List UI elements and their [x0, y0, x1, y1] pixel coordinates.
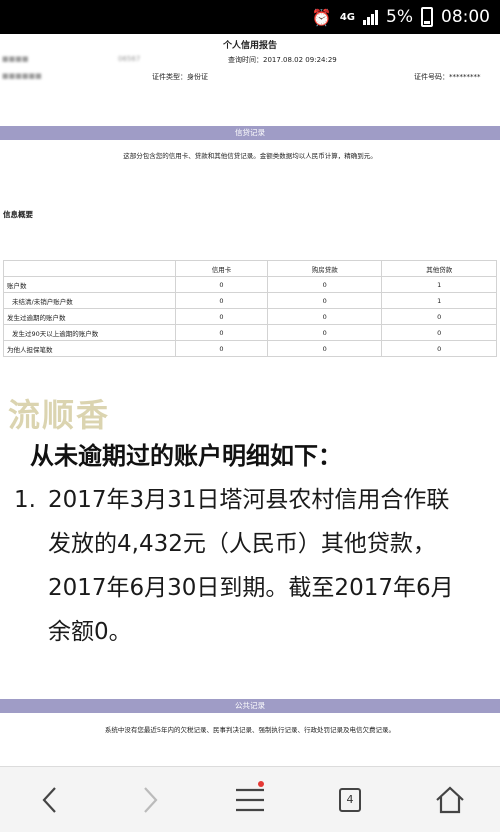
table-row: 未结清/未销户账户数 0 0 1 [3, 292, 497, 309]
redacted-name-1: ■■■■ [2, 55, 29, 63]
table-row: 发生过90天以上逾期的账户数 0 0 0 [3, 324, 497, 341]
tabs-button[interactable]: 4 [320, 775, 380, 825]
table-row: 账户数 0 0 1 [3, 276, 497, 293]
cell: 0 [266, 324, 383, 341]
item-number: 1. [14, 487, 36, 513]
credit-records-band: 信贷记录 [0, 126, 500, 140]
cell: 0 [266, 292, 383, 309]
cell: 0 [266, 340, 383, 357]
network-type: 4G [339, 11, 356, 23]
menu-icon [236, 788, 264, 811]
column-header: 其他贷款 [381, 260, 497, 277]
account-detail-item: 1. 2017年3月31日塔河县农村信用合作联 发放的4,432元（人民币）其他… [14, 478, 500, 654]
browser-navbar: 4 [0, 766, 500, 832]
public-records-band: 公共记录 [0, 699, 500, 713]
alarm-icon: ⏰ [311, 7, 332, 27]
id-type: 证件类型：身份证 [152, 73, 208, 81]
detail-line: 2017年6月30日到期。截至2017年6月 [48, 575, 454, 601]
cell: 0 [175, 308, 268, 325]
public-records-note: 系统中没有您最近5年内的欠税记录、民事判决记录、强制执行记录、行政处罚记录及电信… [104, 726, 396, 734]
detail-line: 余额0。 [48, 619, 132, 645]
detail-line: 发放的4,432元（人民币）其他贷款， [48, 531, 436, 557]
watermark-stamp: 流顺香 [8, 396, 111, 434]
overview-title: 信息概要 [3, 210, 33, 219]
table-row: 为他人担保笔数 0 0 0 [3, 340, 497, 357]
status-bar: ⏰ 4G 5% 08:00 [0, 0, 500, 34]
tabs-count: 4 [339, 787, 361, 812]
back-arrow-icon [42, 786, 56, 813]
clock: 08:00 [441, 7, 490, 27]
home-icon [436, 786, 464, 813]
forward-arrow-icon [144, 786, 158, 813]
detail-headline: 从未逾期过的账户明细如下： [30, 442, 342, 470]
report-number: 06567 [118, 55, 141, 63]
cell: 0 [381, 340, 497, 357]
menu-button[interactable] [220, 775, 280, 825]
battery-icon [421, 7, 433, 27]
report-title: 个人信用报告 [222, 41, 277, 51]
row-label: 发生过90天以上逾期的账户数 [3, 324, 176, 341]
row-label: 账户数 [3, 276, 176, 293]
redacted-name-2: ■■■■■■ [2, 72, 42, 80]
cell: 0 [381, 324, 497, 341]
credit-overview-table: 信用卡 购房贷款 其他贷款 账户数 0 0 1 未结清/未销户账户数 0 0 1… [3, 260, 497, 357]
credit-records-note: 这部分包含您的信用卡、贷款和其他信贷记录。金额类数据均以人民币计算，精确到元。 [123, 152, 377, 160]
cell: 1 [381, 276, 497, 293]
cell: 0 [175, 340, 268, 357]
home-button[interactable] [420, 775, 480, 825]
cell: 0 [175, 276, 268, 293]
row-label: 未结清/未销户账户数 [3, 292, 176, 309]
back-button[interactable] [20, 775, 80, 825]
column-header: 购房贷款 [266, 260, 383, 277]
row-label: 为他人担保笔数 [3, 340, 176, 357]
detail-line: 2017年3月31日塔河县农村信用合作联 [48, 487, 450, 513]
cell: 0 [381, 308, 497, 325]
table-corner [3, 260, 176, 277]
query-time: 查询时间：2017.08.02 09:24:29 [228, 56, 337, 64]
table-header-row: 信用卡 购房贷款 其他贷款 [3, 260, 497, 277]
id-number: 证件号码：********* [414, 73, 481, 81]
row-label: 发生过逾期的账户数 [3, 308, 176, 325]
table-row: 发生过逾期的账户数 0 0 0 [3, 308, 497, 325]
cell: 1 [381, 292, 497, 309]
notification-dot [258, 780, 264, 787]
column-header: 信用卡 [175, 260, 268, 277]
cell: 0 [175, 292, 268, 309]
cell: 0 [175, 324, 268, 341]
battery-percent: 5% [386, 7, 413, 27]
cell: 0 [266, 308, 383, 325]
cell: 0 [266, 276, 383, 293]
forward-button[interactable] [120, 775, 180, 825]
signal-icon [363, 9, 379, 25]
